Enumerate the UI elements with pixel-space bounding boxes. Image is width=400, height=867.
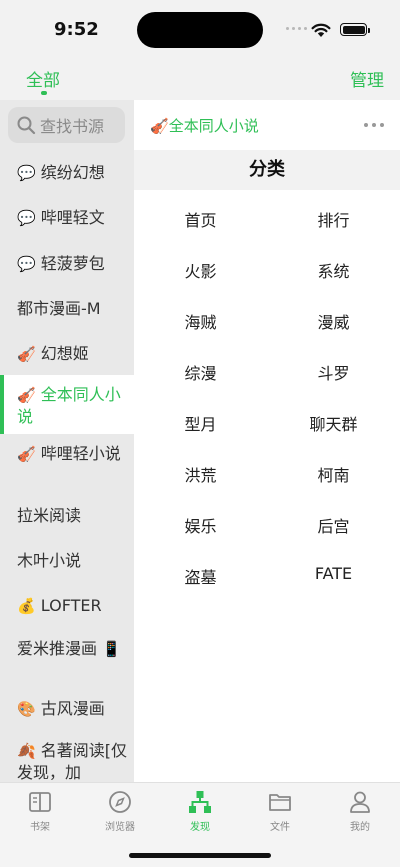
tab-label: 浏览器 [105, 822, 135, 833]
active-indicator [0, 375, 4, 434]
violin-icon: 🎻 [17, 386, 36, 404]
source-header: 🎻全本同人小说 [134, 100, 400, 150]
source-title-label: 全本同人小说 [168, 117, 259, 135]
tab-files[interactable]: 文件 [240, 789, 320, 833]
status-time: 9:52 [54, 19, 99, 40]
sidebar-item-label: 爱米推漫画 [17, 639, 98, 658]
manage-button[interactable]: 管理 [350, 66, 384, 91]
category-link[interactable]: 娱乐 [134, 513, 267, 537]
folder-icon [269, 794, 291, 811]
battery-icon [340, 23, 370, 36]
sidebar-item-label: 幻想姬 [40, 344, 89, 363]
category-link[interactable]: 后宫 [267, 513, 400, 537]
category-link[interactable]: 聊天群 [267, 411, 400, 435]
tab-browser[interactable]: 浏览器 [80, 789, 160, 833]
category-link[interactable]: FATE [267, 564, 400, 583]
tab-all[interactable]: 全部 [26, 66, 60, 91]
violin-icon: 🎻 [150, 117, 169, 135]
tab-bookshelf[interactable]: 书架 [0, 789, 80, 833]
tab-label: 书架 [30, 822, 50, 833]
sidebar-item[interactable]: 💰 LOFTER [0, 595, 134, 617]
tab-indicator [41, 91, 47, 95]
tab-label: 我的 [350, 822, 370, 833]
tab-label: 文件 [270, 822, 290, 833]
discover-content: 🎻全本同人小说 分类 首页 排行 火影 系统 海贼 漫威 综漫 斗罗 型月 聊天… [134, 100, 400, 782]
more-options-icon[interactable] [364, 123, 384, 127]
category-link[interactable]: 排行 [267, 207, 400, 231]
bookshelf-icon [29, 792, 51, 812]
wifi-icon [311, 23, 331, 37]
sidebar-item[interactable]: 💬 缤纷幻想 [0, 162, 134, 184]
sidebar-item-active[interactable]: 🎻 全本同人小说 [0, 375, 134, 434]
sidebar-item[interactable]: 🎻 哔哩轻小说 [0, 443, 134, 465]
sidebar-item-label: 缤纷幻想 [40, 163, 105, 182]
sidebar-item[interactable]: 🎻 幻想姬 [0, 343, 134, 365]
sidebar-item-label: 轻菠萝包 [40, 254, 105, 273]
status-bar: 9:52 [0, 0, 400, 60]
sidebar-item[interactable]: 🍂 名著阅读[仅发现，加 [0, 740, 134, 782]
sidebar-item-label: 拉米阅读 [17, 506, 82, 525]
sidebar-item-label: 哔哩轻文 [40, 208, 105, 227]
sidebar-item[interactable]: 拉米阅读 [0, 505, 134, 526]
sidebar-item-label: 哔哩轻小说 [40, 444, 121, 463]
tab-discover[interactable]: 发现 [160, 789, 240, 833]
sidebar-item-label: 古风漫画 [40, 699, 105, 718]
speech-bubble-icon: 💬 [17, 164, 36, 182]
speech-bubble-icon: 💬 [17, 255, 36, 273]
dynamic-island [137, 12, 263, 48]
search-icon [17, 116, 36, 135]
category-link[interactable]: 洪荒 [134, 462, 267, 486]
tab-profile[interactable]: 我的 [320, 789, 400, 833]
sidebar-item[interactable]: 都市漫画-M [0, 298, 134, 319]
person-icon [350, 791, 370, 813]
category-link[interactable]: 综漫 [134, 360, 267, 384]
money-bag-icon: 💰 [17, 597, 36, 615]
search-input[interactable]: 查找书源 [8, 107, 125, 143]
category-link[interactable]: 漫威 [267, 309, 400, 333]
speech-bubble-icon: 💬 [17, 209, 36, 227]
category-link[interactable]: 盗墓 [134, 564, 267, 588]
source-sidebar[interactable]: 查找书源 💬 缤纷幻想 💬 哔哩轻文 💬 轻菠萝包 都市漫画-M 🎻 幻想姬 🎻… [0, 100, 134, 782]
palette-icon: 🎨 [17, 700, 36, 718]
source-title[interactable]: 🎻全本同人小说 [150, 115, 259, 136]
violin-icon: 🎻 [17, 445, 36, 463]
category-link[interactable]: 海贼 [134, 309, 267, 333]
category-link[interactable]: 火影 [134, 258, 267, 282]
home-indicator [129, 853, 271, 858]
violin-icon: 🎻 [17, 345, 36, 363]
top-nav: 全部 管理 [0, 60, 400, 100]
sidebar-item-label: LOFTER [40, 596, 102, 615]
category-heading: 分类 [134, 150, 400, 190]
sidebar-item[interactable]: 💬 轻菠萝包 [0, 253, 134, 275]
search-placeholder: 查找书源 [40, 117, 105, 136]
cellular-signal-icon [286, 27, 307, 30]
category-link[interactable]: 系统 [267, 258, 400, 282]
tab-label: 发现 [190, 822, 210, 833]
category-link[interactable]: 柯南 [267, 462, 400, 486]
discover-icon [189, 791, 211, 813]
phone-icon: 📱 [102, 640, 121, 658]
sidebar-item[interactable]: 💬 哔哩轻文 [0, 207, 134, 229]
sidebar-item[interactable]: 爱米推漫画 📱 [0, 638, 134, 660]
sidebar-item-label: 木叶小说 [17, 551, 82, 570]
compass-icon [109, 791, 131, 813]
category-link[interactable]: 型月 [134, 411, 267, 435]
sidebar-item[interactable]: 木叶小说 [0, 550, 134, 571]
category-link[interactable]: 首页 [134, 207, 267, 231]
sidebar-item-label: 都市漫画-M [17, 299, 101, 318]
fallen-leaf-icon: 🍂 [17, 742, 36, 760]
category-link[interactable]: 斗罗 [267, 360, 400, 384]
sidebar-item[interactable]: 🎨 古风漫画 [0, 698, 134, 720]
